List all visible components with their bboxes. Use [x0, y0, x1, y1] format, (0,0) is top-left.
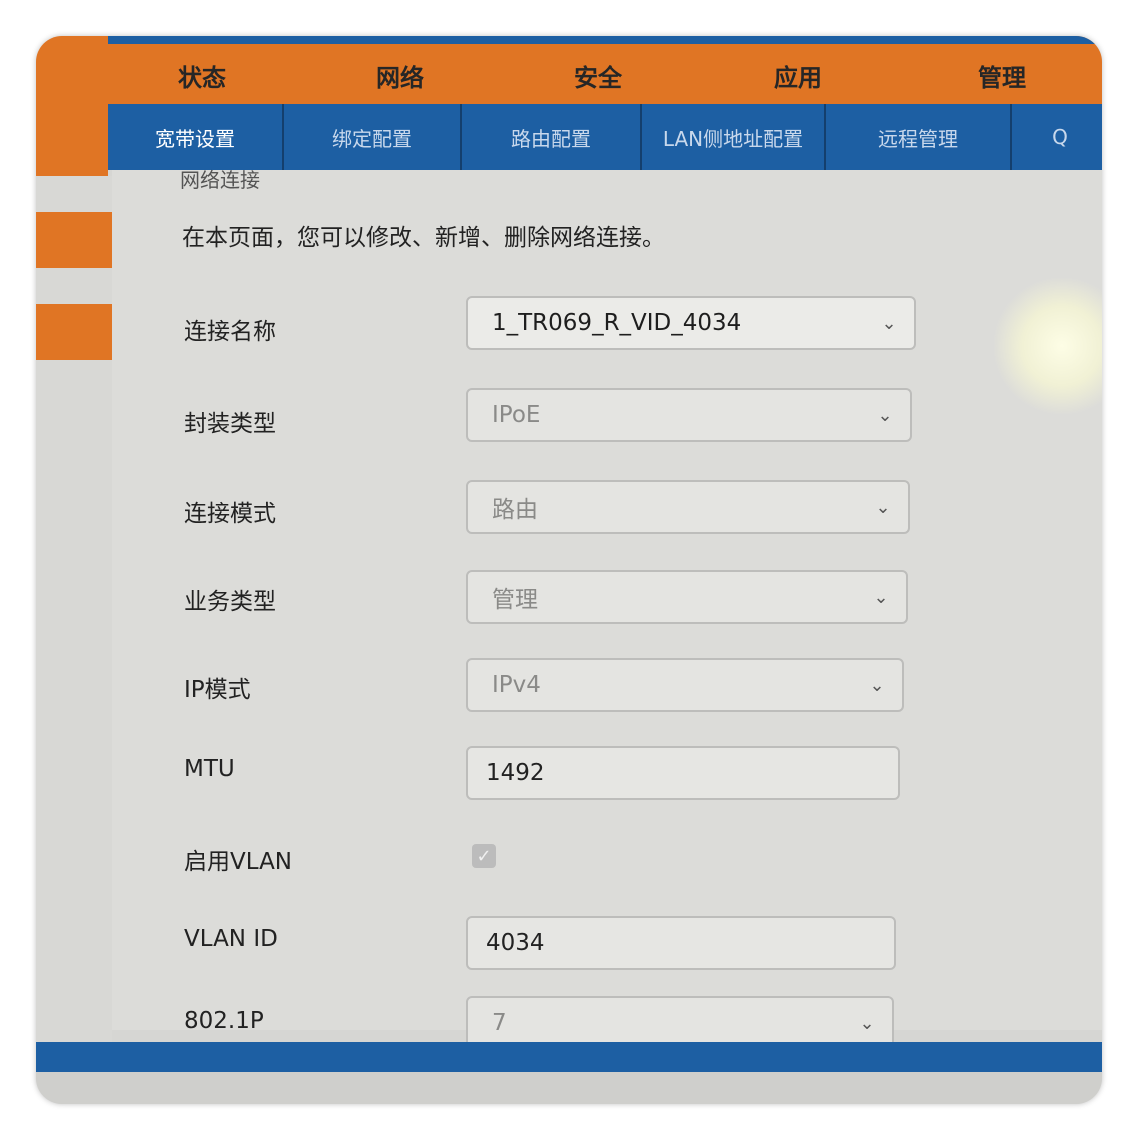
nav-network[interactable]: 网络: [376, 58, 424, 93]
chevron-down-icon: ⌄: [869, 674, 885, 696]
tab-qos[interactable]: Q: [1012, 104, 1102, 170]
mtu-value: 1492: [486, 760, 545, 786]
bottom-strip: [36, 1072, 1102, 1104]
mtu-label: MTU: [184, 756, 235, 782]
enable-vlan-checkbox[interactable]: ✓: [472, 844, 496, 868]
tab-lan-address-config[interactable]: LAN侧地址配置: [642, 104, 826, 170]
chevron-down-icon: ⌄: [881, 312, 897, 334]
service-type-select[interactable]: 管理 ⌄: [466, 570, 908, 624]
vlan-id-input[interactable]: 4034: [466, 916, 896, 970]
connection-name-select[interactable]: 1_TR069_R_VID_4034 ⌄: [466, 296, 916, 350]
dot1p-value: 7: [492, 1010, 507, 1036]
nav-application[interactable]: 应用: [774, 58, 822, 93]
vlan-id-value: 4034: [486, 930, 545, 956]
connection-mode-value: 路由: [492, 497, 538, 523]
left-orange-strip: [36, 36, 108, 176]
tab-remote-management[interactable]: 远程管理: [826, 104, 1012, 170]
chevron-down-icon: ⌄: [859, 1012, 875, 1034]
vlan-id-label: VLAN ID: [184, 926, 278, 952]
bottom-bar: [36, 1042, 1102, 1072]
mtu-input[interactable]: 1492: [466, 746, 900, 800]
tab-route-config[interactable]: 路由配置: [462, 104, 642, 170]
enable-vlan-label: 启用VLAN: [184, 849, 293, 875]
connection-mode-select[interactable]: 路由 ⌄: [466, 480, 910, 534]
chevron-down-icon: ⌄: [875, 496, 891, 518]
dot1p-label: 802.1P: [184, 1008, 264, 1034]
photo-frame: 状态 网络 安全 应用 管理 宽带设置 绑定配置 路由配置 LAN侧地址配置 远…: [36, 36, 1102, 1104]
tab-broadband-settings[interactable]: 宽带设置: [108, 104, 284, 170]
connection-mode-label: 连接模式: [184, 501, 276, 527]
ip-mode-select[interactable]: IPv4 ⌄: [466, 658, 904, 712]
sub-nav: 宽带设置 绑定配置 路由配置 LAN侧地址配置 远程管理 Q: [108, 104, 1102, 170]
chevron-down-icon: ⌄: [877, 404, 893, 426]
ip-mode-value: IPv4: [492, 672, 541, 698]
nav-security[interactable]: 安全: [574, 58, 622, 93]
sidebar-item-active[interactable]: [36, 212, 112, 268]
sidebar-item[interactable]: [36, 304, 112, 360]
service-type-label: 业务类型: [184, 589, 276, 615]
top-nav: 状态 网络 安全 应用 管理: [108, 36, 1102, 104]
router-admin-screen: 状态 网络 安全 应用 管理 宽带设置 绑定配置 路由配置 LAN侧地址配置 远…: [36, 36, 1102, 1104]
nav-management[interactable]: 管理: [978, 58, 1026, 93]
left-sidebar: [36, 176, 112, 1076]
page-intro: 在本页面，您可以修改、新增、删除网络连接。: [182, 225, 665, 251]
encapsulation-value: IPoE: [492, 402, 541, 428]
nav-status[interactable]: 状态: [178, 58, 226, 93]
main-content: 网络连接 在本页面，您可以修改、新增、删除网络连接。 连接名称 1_TR069_…: [112, 168, 1102, 1050]
section-title: 网络连接: [180, 168, 260, 192]
connection-name-value: 1_TR069_R_VID_4034: [492, 310, 742, 336]
encapsulation-label: 封装类型: [184, 411, 276, 437]
tab-binding-config[interactable]: 绑定配置: [284, 104, 462, 170]
ip-mode-label: IP模式: [184, 677, 251, 703]
connection-name-label: 连接名称: [184, 319, 276, 345]
encapsulation-select[interactable]: IPoE ⌄: [466, 388, 912, 442]
service-type-value: 管理: [492, 587, 538, 613]
chevron-down-icon: ⌄: [873, 586, 889, 608]
